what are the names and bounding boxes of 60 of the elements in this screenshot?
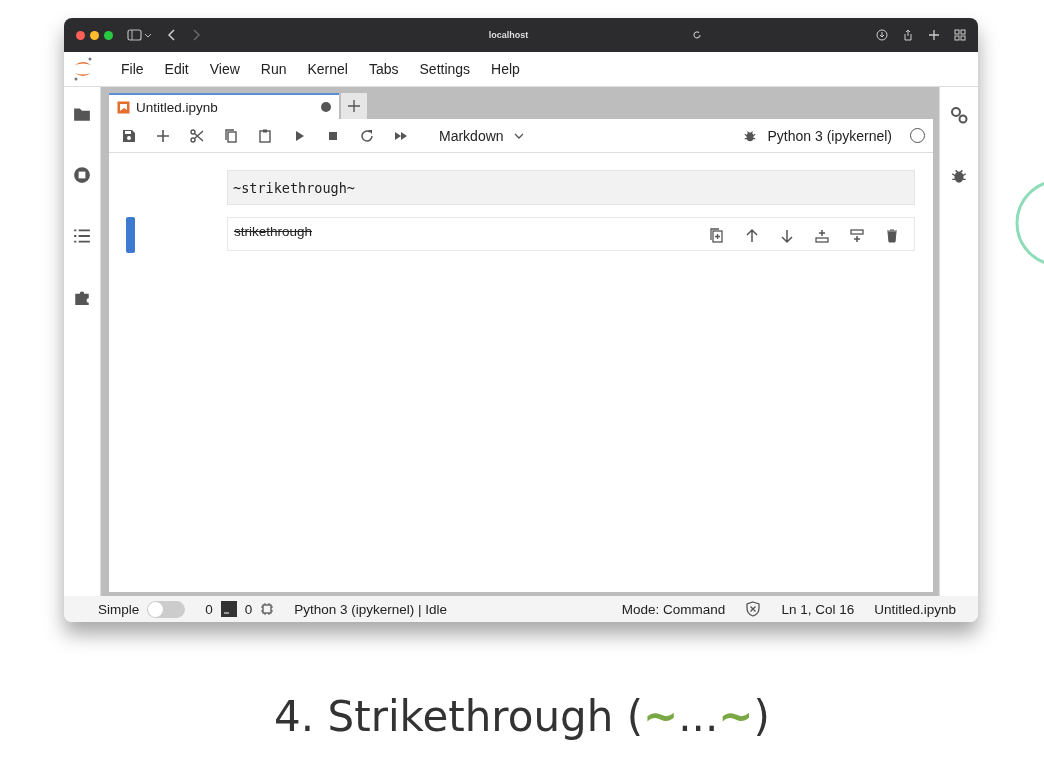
shield-icon[interactable] (745, 601, 762, 617)
caret-icon (513, 131, 524, 140)
add-icon[interactable] (155, 127, 171, 144)
cursor-position[interactable]: Ln 1, Col 16 (781, 601, 855, 617)
forward-icon[interactable] (191, 29, 201, 41)
copy-icon[interactable] (223, 127, 239, 144)
status-label: Simple (98, 601, 140, 617)
duplicate-icon[interactable] (709, 228, 725, 244)
menu-item[interactable]: Run (260, 61, 287, 77)
restart-icon[interactable] (359, 127, 375, 144)
kernel-status[interactable]: Python 3 (ipykernel) | Idle (294, 601, 448, 617)
reload-icon[interactable] (692, 30, 702, 40)
back-icon[interactable] (167, 29, 177, 41)
rendered-text: strikethrough (234, 224, 314, 239)
terminal-icon[interactable] (220, 601, 237, 617)
new-tab-icon[interactable] (928, 29, 940, 41)
markdown-editor[interactable]: ~strikethrough~ (227, 170, 915, 205)
minimize-button[interactable] (90, 30, 99, 40)
zoom-button[interactable] (104, 30, 113, 40)
menu-item[interactable]: Kernel (307, 61, 348, 77)
menu-item[interactable]: File (121, 61, 144, 77)
menu-item[interactable]: View (209, 61, 240, 77)
menu-item[interactable]: Tabs (368, 61, 399, 77)
stop-circle-icon[interactable] (73, 166, 91, 184)
jupyter-logo-icon[interactable] (72, 56, 94, 82)
insert-above-icon[interactable] (814, 228, 830, 244)
download-icon[interactable] (876, 29, 888, 41)
bug-icon[interactable] (950, 167, 968, 185)
move-down-icon[interactable] (779, 228, 795, 244)
list-icon[interactable] (73, 227, 91, 245)
notebook-tab[interactable]: Untitled.ipynb (109, 93, 339, 119)
file-name: Untitled.ipynb (874, 601, 956, 617)
paste-icon[interactable] (257, 127, 273, 144)
kernel-count: 0 (244, 601, 253, 617)
save-icon[interactable] (121, 127, 137, 144)
cut-icon[interactable] (189, 127, 205, 144)
sidebar-toggle-icon[interactable] (127, 29, 153, 41)
tab-overview-icon[interactable] (954, 29, 966, 41)
move-up-icon[interactable] (744, 228, 760, 244)
notebook-icon (117, 100, 130, 114)
share-icon[interactable] (902, 29, 914, 41)
chip-icon[interactable] (260, 602, 275, 616)
insert-below-icon[interactable] (849, 228, 865, 244)
simple-mode-toggle[interactable] (147, 600, 186, 618)
menu-item[interactable]: Settings (419, 61, 471, 77)
delete-icon[interactable] (884, 228, 900, 244)
menu-item[interactable]: Edit (164, 61, 189, 77)
folder-icon[interactable] (73, 105, 91, 123)
terminal-count: 0 (205, 601, 213, 617)
slide-caption: 4. Strikethrough (~...~) (273, 692, 771, 741)
mode-status: Mode: Command (621, 601, 726, 617)
kernel-name[interactable]: Python 3 (ipykernel) (767, 127, 892, 144)
gears-icon[interactable] (949, 105, 969, 125)
bug-icon[interactable] (743, 128, 758, 143)
close-button[interactable] (76, 30, 85, 40)
menu-item[interactable]: Help (491, 61, 520, 77)
new-launcher-icon[interactable] (341, 93, 367, 119)
cell-type-dropdown[interactable]: Markdown (439, 127, 524, 144)
address-bar[interactable]: localhost (305, 24, 712, 46)
markdown-cell[interactable]: strikethrough (227, 217, 915, 251)
